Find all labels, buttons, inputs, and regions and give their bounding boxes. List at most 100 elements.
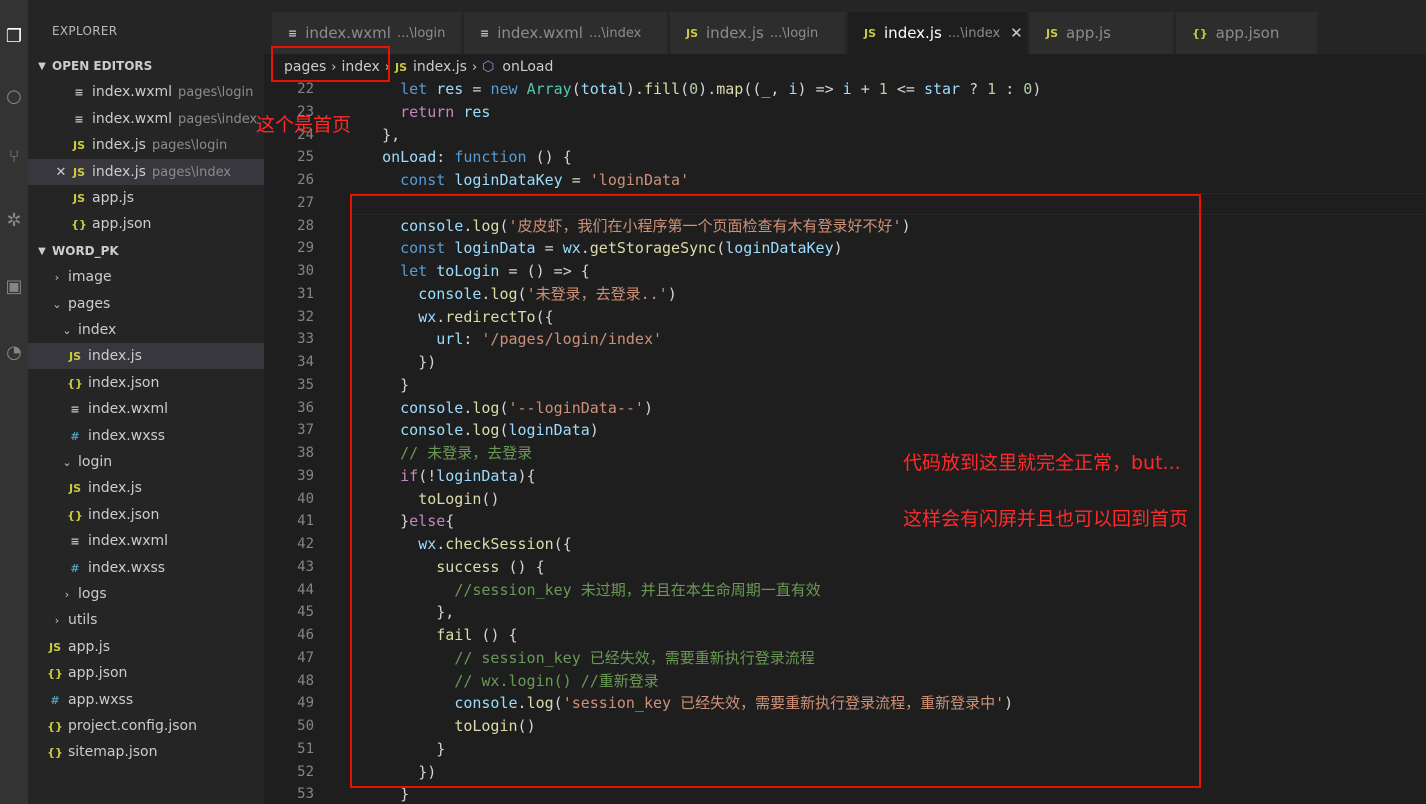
tree-folder[interactable]: ⌄ index — [28, 317, 264, 343]
json-file-icon: {} — [67, 376, 83, 390]
tab-label: index.wxml — [497, 24, 583, 42]
line-number: 33 — [297, 331, 314, 348]
chevron-right-icon: › — [471, 59, 478, 75]
tree-file[interactable]: {} project.config.json — [28, 713, 264, 739]
tab-label: app.js — [1066, 24, 1112, 42]
open-editor-item[interactable]: {} app.json — [28, 211, 264, 237]
js-file-icon: JS — [72, 165, 85, 179]
chevron-right-icon: › — [54, 613, 60, 627]
tab-index-js[interactable]: JS index.js ...\index ✕ — [848, 12, 1028, 54]
tree-folder[interactable]: › logs — [28, 581, 264, 607]
open-editor-name: index.js — [92, 137, 146, 153]
open-editors-header[interactable]: ▼ OPEN EDITORS — [28, 54, 264, 78]
code-text: onLoad: function () { — [382, 148, 572, 167]
tree-folder[interactable]: › utils — [28, 607, 264, 633]
line-number: 48 — [297, 672, 314, 689]
open-editor-item[interactable]: ≡ index.wxml pages\login — [28, 79, 264, 105]
line-number: 27 — [297, 194, 314, 211]
json-file-icon: {} — [47, 745, 63, 759]
json-file-icon: {} — [47, 719, 63, 733]
tree-file[interactable]: JS index.js — [28, 475, 264, 501]
tree-file[interactable]: {} index.json — [28, 370, 264, 396]
open-editor-item[interactable]: JS app.js — [28, 185, 264, 211]
code-text: return res — [400, 102, 491, 121]
explorer-icon[interactable]: ❐ — [0, 16, 28, 56]
wxss-file-icon: # — [50, 693, 60, 707]
tab-index-wxml[interactable]: ≡ index.wxml ...\index — [464, 12, 668, 54]
wxml-file-icon: ≡ — [288, 26, 298, 40]
line-number: 42 — [297, 536, 314, 552]
js-file-icon: JS — [864, 26, 877, 40]
tree-item-name: logs — [78, 586, 107, 602]
remote-icon[interactable]: ◔ — [0, 332, 28, 372]
wxss-file-icon: # — [70, 429, 80, 443]
tab-path: ...\login — [769, 25, 819, 41]
tree-item-name: image — [68, 269, 112, 285]
tab-index-js[interactable]: JS index.js ...\login — [670, 12, 846, 54]
tree-file[interactable]: # index.wxss — [28, 555, 264, 581]
debug-icon[interactable]: ✲ — [0, 200, 28, 240]
code-line: 26 const loginDataKey = 'loginData' — [264, 169, 1426, 192]
extensions-icon[interactable]: ▣ — [0, 266, 28, 306]
breadcrumb-file[interactable]: index.js — [413, 59, 467, 75]
tab-label: index.wxml — [305, 24, 391, 42]
line-number: 40 — [297, 490, 314, 507]
tree-item-name: index.json — [88, 375, 160, 391]
json-file-icon: {} — [1192, 26, 1208, 40]
tree-item-name: index.wxss — [88, 560, 166, 576]
tree-file[interactable]: JS app.js — [28, 634, 264, 660]
chevron-down-icon: ▼ — [38, 245, 46, 257]
tab-path: ...\login — [396, 25, 446, 41]
open-editor-item[interactable]: JS index.js pages\login — [28, 132, 264, 158]
tree-file[interactable]: ≡ index.wxml — [28, 528, 264, 554]
wxml-file-icon: ≡ — [70, 402, 80, 416]
source-control-icon[interactable]: ⑂ — [0, 136, 28, 176]
chevron-down-icon: ⌄ — [62, 323, 72, 337]
line-number: 25 — [297, 149, 314, 166]
project-header[interactable]: ▼ WORD_PK — [28, 239, 264, 263]
explorer-title: EXPLORER — [52, 24, 118, 38]
tree-item-name: project.config.json — [68, 718, 197, 734]
open-editor-item[interactable]: ✕ JS index.js pages\index — [28, 159, 264, 185]
line-number: 45 — [297, 604, 314, 621]
tree-file[interactable]: {} index.json — [28, 502, 264, 528]
line-number: 47 — [297, 649, 314, 666]
tree-folder[interactable]: ⌄ login — [28, 449, 264, 475]
tree-file[interactable]: JS index.js — [28, 343, 264, 369]
tree-item-name: pages — [68, 296, 111, 312]
tree-folder[interactable]: ⌄ pages — [28, 291, 264, 317]
tab-label: app.json — [1215, 24, 1280, 42]
open-editor-path: pages\login — [178, 84, 254, 100]
close-icon[interactable]: ✕ — [1010, 24, 1023, 42]
explorer-sidebar: EXPLORER ▼ OPEN EDITORS ≡ index.wxml pages… — [28, 0, 264, 804]
line-number: 36 — [297, 399, 314, 416]
line-number: 44 — [297, 581, 314, 598]
wxml-file-icon: ≡ — [70, 534, 80, 548]
tree-folder[interactable]: › image — [28, 264, 264, 290]
open-editor-item[interactable]: ≡ index.wxml pages\index — [28, 106, 264, 132]
breadcrumb-symbol[interactable]: onLoad — [502, 59, 553, 75]
open-editor-path: pages\index — [178, 111, 258, 127]
json-file-icon: {} — [47, 666, 63, 680]
tab-app-js[interactable]: JS app.js — [1030, 12, 1174, 54]
line-number: 28 — [297, 217, 314, 234]
tab-app-json[interactable]: {} app.json — [1176, 12, 1318, 54]
js-file-icon: JS — [686, 26, 699, 40]
tab-path: ...\index — [588, 25, 642, 41]
tree-file[interactable]: {} app.json — [28, 660, 264, 686]
json-file-icon: {} — [71, 217, 87, 231]
tree-file[interactable]: ≡ index.wxml — [28, 396, 264, 422]
js-file-icon: JS — [394, 60, 407, 74]
annotation-box-breadcrumb — [271, 46, 390, 82]
close-icon[interactable]: ✕ — [54, 165, 68, 180]
line-number: 46 — [297, 627, 314, 643]
open-editor-name: app.json — [92, 216, 152, 232]
tree-item-name: index.wxss — [88, 428, 166, 444]
tree-file[interactable]: {} sitemap.json — [28, 739, 264, 765]
tree-file[interactable]: # index.wxss — [28, 423, 264, 449]
search-icon[interactable]: ○ — [0, 76, 28, 116]
tree-file[interactable]: # app.wxss — [28, 687, 264, 713]
open-editor-name: index.js — [92, 164, 146, 180]
code-line: 24 }, — [264, 124, 1426, 147]
code-text: const loginDataKey = 'loginData' — [400, 171, 690, 189]
